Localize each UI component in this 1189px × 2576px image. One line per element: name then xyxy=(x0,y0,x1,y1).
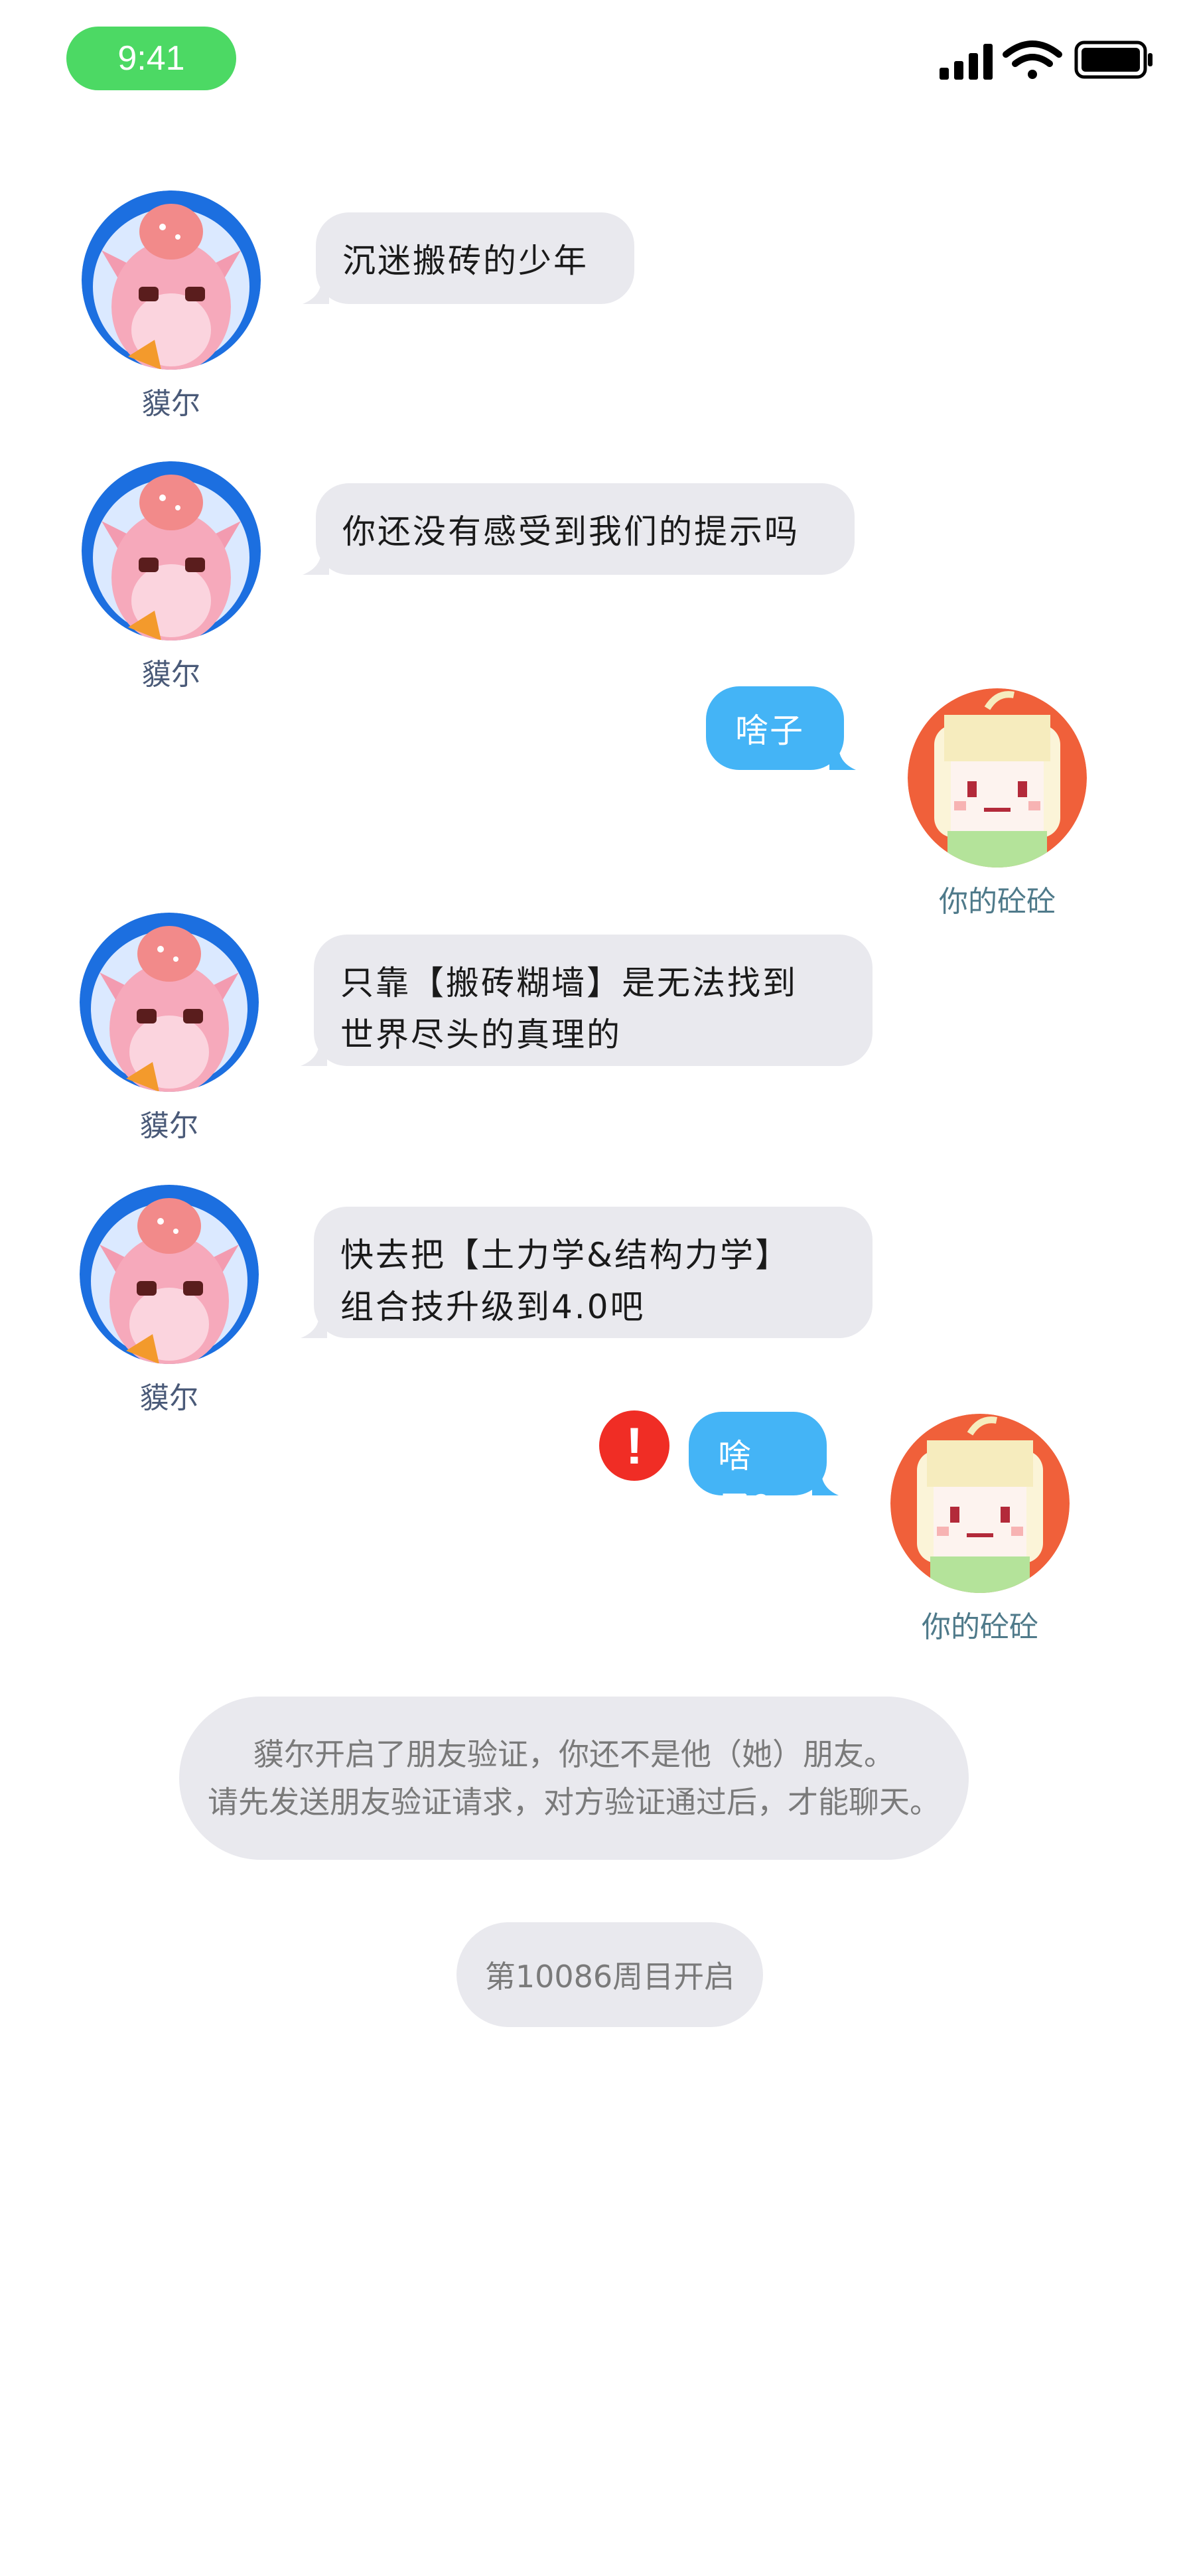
sender-name: 你的砼砼 xyxy=(939,885,1056,919)
sender-name: 貘尔 xyxy=(140,1381,198,1415)
avatar-self[interactable] xyxy=(908,688,1087,868)
status-icons xyxy=(929,33,1154,86)
pixel-kid-avatar-icon xyxy=(908,688,1087,868)
message-bubble[interactable]: 快去把【土力学&结构力学】 组合技升级到4.0吧 xyxy=(314,1207,873,1338)
bubble-tail xyxy=(829,743,856,770)
send-failed-icon[interactable]: ! xyxy=(599,1410,669,1481)
message-text: 快去把【土力学&结构力学】 xyxy=(340,1236,790,1274)
sender-name: 貘尔 xyxy=(142,387,200,421)
bubble-tail xyxy=(812,1469,839,1495)
system-notice: 貘尔开启了朋友验证，你还不是他（她）朋友。 请先发送朋友验证请求，对方验证通过后… xyxy=(179,1697,969,1860)
cellular-signal-icon xyxy=(940,44,993,80)
message-bubble[interactable]: 你还没有感受到我们的提示吗 xyxy=(316,483,855,575)
message-bubble[interactable]: 啥子 xyxy=(706,686,844,770)
avatar-other[interactable] xyxy=(80,913,259,1092)
status-time: 9:41 xyxy=(66,27,236,90)
pink-creature-avatar-icon xyxy=(80,913,259,1092)
avatar-self[interactable] xyxy=(890,1414,1070,1593)
message-bubble[interactable]: 沉迷搬砖的少年 xyxy=(316,212,634,304)
round-label-chip: 第10086周目开启 xyxy=(456,1922,763,2027)
message-text: 世界尽头的真理的 xyxy=(340,1016,622,1054)
pink-creature-avatar-icon xyxy=(82,190,261,370)
message-text: 你还没有感受到我们的提示吗 xyxy=(342,512,800,551)
status-bar: 9:41 xyxy=(0,0,1189,119)
sender-name: 你的砼砼 xyxy=(922,1610,1038,1644)
message-text: 组合技升级到4.0吧 xyxy=(340,1288,646,1326)
pink-creature-avatar-icon xyxy=(80,1185,259,1364)
message-text: 沉迷搬砖的少年 xyxy=(342,242,589,280)
pixel-kid-avatar-icon xyxy=(890,1414,1070,1593)
pink-creature-avatar-icon xyxy=(82,461,261,641)
message-text: 啥子 xyxy=(735,712,804,750)
message-text: 只靠【搬砖糊墙】是无法找到 xyxy=(340,964,798,1002)
avatar-other[interactable] xyxy=(82,190,261,370)
sender-name: 貘尔 xyxy=(142,658,200,692)
system-notice-line: 貘尔开启了朋友验证，你还不是他（她）朋友。 xyxy=(253,1736,894,1772)
message-bubble[interactable]: 啥子？ xyxy=(689,1412,827,1527)
sender-name: 貘尔 xyxy=(140,1109,198,1143)
battery-icon xyxy=(1074,40,1153,79)
wifi-icon xyxy=(1003,40,1062,79)
avatar-other[interactable] xyxy=(80,1185,259,1364)
system-notice-line: 请先发送朋友验证请求，对方验证通过后，才能聊天。 xyxy=(208,1784,940,1820)
avatar-other[interactable] xyxy=(82,461,261,641)
message-text: 啥子？ xyxy=(718,1437,787,1527)
message-bubble[interactable]: 只靠【搬砖糊墙】是无法找到 世界尽头的真理的 xyxy=(314,935,873,1066)
